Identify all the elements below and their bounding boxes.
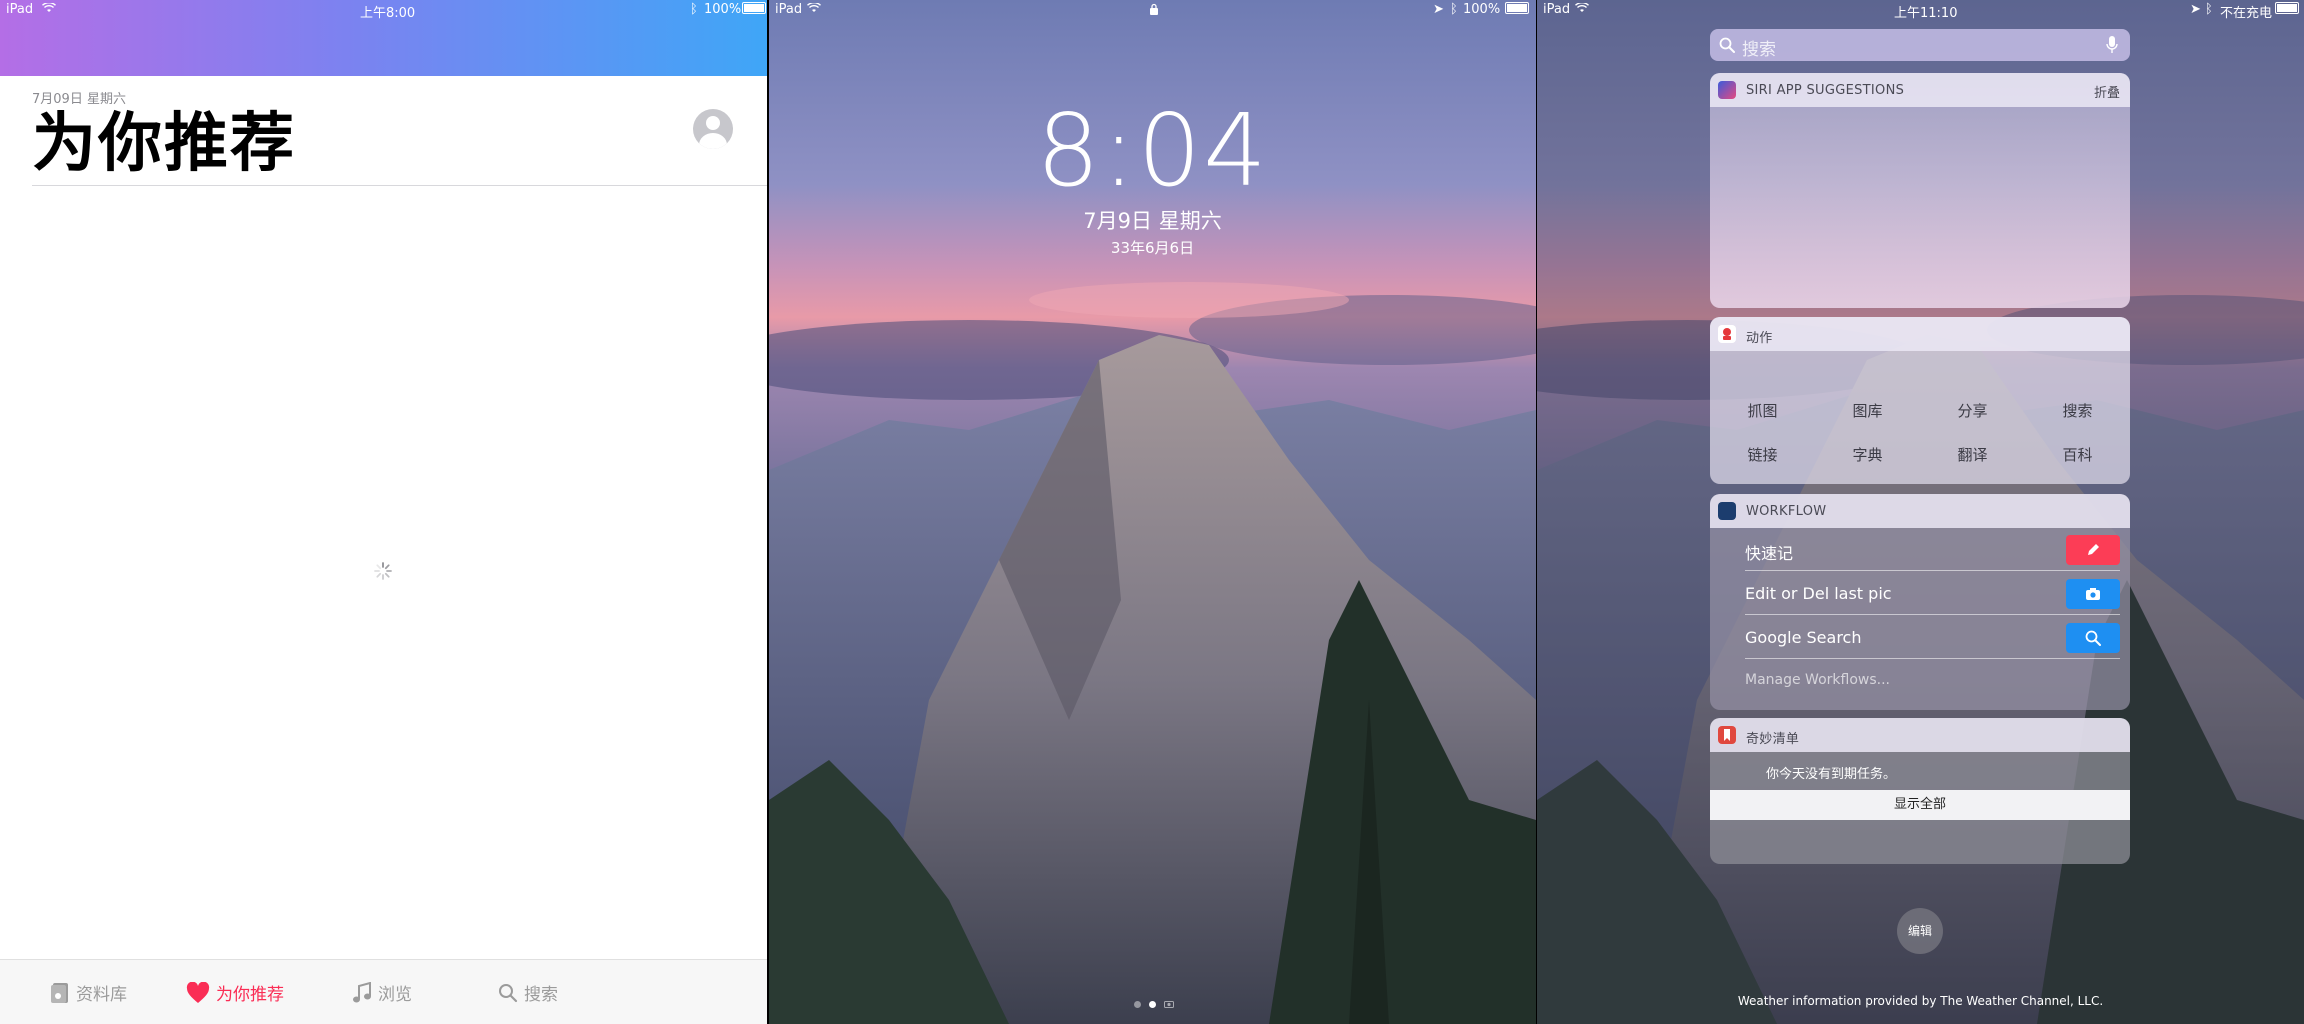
run-workflow-button[interactable] bbox=[2066, 535, 2120, 565]
wifi-icon bbox=[42, 2, 56, 17]
battery-icon bbox=[739, 2, 766, 17]
wunderlist-widget: 奇妙清单 你今天没有到期任务。 显示全部 bbox=[1710, 718, 2130, 864]
tab-browse[interactable]: 浏览 bbox=[352, 980, 412, 1005]
tab-label: 为你推荐 bbox=[216, 985, 284, 1005]
tab-bar: 资料库 为你推荐 浏览 搜索 bbox=[0, 959, 767, 1024]
status-bar: iPad 上午8:00 ᛒ 100% bbox=[0, 0, 767, 21]
page-dot-current[interactable] bbox=[1149, 1000, 1156, 1008]
loading-spinner-icon bbox=[374, 562, 392, 580]
actions-widget: 动作 抓图 图库 分享 搜索 链接 字典 翻译 百科 电话 地图 应用 bbox=[1710, 317, 2130, 484]
workflow-label: 快速记 bbox=[1745, 544, 1794, 563]
show-all-button[interactable]: 显示全部 bbox=[1710, 790, 2130, 820]
header-gradient: iPad 上午8:00 ᛒ 100% bbox=[0, 0, 767, 76]
workflow-label: Google Search bbox=[1745, 628, 1862, 647]
empty-tasks-message: 你今天没有到期任务。 bbox=[1766, 767, 1897, 782]
action-translate[interactable]: 翻译 bbox=[1920, 444, 2025, 465]
location-icon: ➤ bbox=[2190, 2, 2201, 17]
device-label: iPad bbox=[6, 2, 34, 17]
search-icon bbox=[1719, 37, 1735, 53]
lock-screen-panel: iPad ➤ ᛒ 100% 8:04 7月9日 星期六 33年6月6日 bbox=[769, 0, 1536, 1024]
wunderlist-app-icon bbox=[1718, 726, 1736, 744]
page-dot[interactable] bbox=[1134, 1000, 1141, 1008]
manage-workflows-link[interactable]: Manage Workflows... bbox=[1745, 672, 1890, 688]
battery-percent: 100% bbox=[1463, 2, 1501, 17]
lunar-date: 33年6月6日 bbox=[1110, 239, 1195, 257]
action-gallery[interactable]: 图库 bbox=[1815, 400, 1920, 421]
widget-header: SIRI APP SUGGESTIONS 折叠 bbox=[1710, 73, 2130, 107]
lock-icon bbox=[1149, 3, 1159, 19]
run-workflow-button[interactable] bbox=[2066, 579, 2120, 609]
widget-title: SIRI APP SUGGESTIONS bbox=[1746, 83, 1905, 98]
library-icon bbox=[51, 982, 68, 1003]
search-icon bbox=[2085, 630, 2101, 646]
workflow-row[interactable]: Edit or Del last pic bbox=[1745, 574, 2120, 615]
page-title: 为你推荐 bbox=[32, 107, 296, 181]
status-time: 上午8:00 bbox=[360, 6, 416, 21]
battery-icon bbox=[1502, 2, 1529, 17]
pencil-icon bbox=[2088, 544, 2099, 555]
divider bbox=[32, 185, 767, 186]
actions-app-icon bbox=[1718, 325, 1736, 343]
action-dictionary[interactable]: 字典 bbox=[1815, 444, 1920, 465]
status-bar: iPad 上午11:10 ➤ ᛒ 不在充电 bbox=[1537, 0, 2304, 21]
widget-header: 奇妙清单 bbox=[1710, 718, 2130, 752]
today-view-panel: iPad 上午11:10 ➤ ᛒ 不在充电 搜索 SIRI APP SUGGES… bbox=[1537, 0, 2304, 1024]
edit-button[interactable]: 编辑 bbox=[1897, 908, 1943, 954]
device-label: iPad bbox=[1543, 2, 1571, 17]
widget-title: WORKFLOW bbox=[1746, 504, 1827, 519]
device-label: iPad bbox=[775, 2, 803, 17]
collapse-button[interactable]: 折叠 bbox=[2094, 82, 2120, 101]
music-app-panel: iPad 上午8:00 ᛒ 100% 7月09日 星期六 为你推荐 资料库 为你… bbox=[0, 0, 767, 1024]
workflow-row[interactable]: Google Search bbox=[1745, 618, 2120, 659]
action-encyclopedia[interactable]: 百科 bbox=[2025, 444, 2130, 465]
tab-library[interactable]: 资料库 bbox=[50, 980, 127, 1005]
action-link[interactable]: 链接 bbox=[1710, 444, 1815, 465]
tab-label: 搜索 bbox=[524, 985, 558, 1005]
status-bar: iPad ➤ ᛒ 100% bbox=[769, 0, 1536, 20]
lock-time: 8:04 bbox=[1036, 92, 1269, 209]
tab-for-you[interactable]: 为你推荐 bbox=[186, 980, 284, 1005]
battery-icon bbox=[2272, 2, 2299, 17]
page-indicator bbox=[1134, 1000, 1174, 1008]
battery-percent: 100% bbox=[704, 2, 742, 17]
avatar[interactable] bbox=[693, 109, 733, 149]
search-input[interactable]: 搜索 bbox=[1710, 29, 2130, 61]
lock-date: 7月9日 星期六 bbox=[1083, 209, 1222, 233]
siri-icon bbox=[1718, 81, 1736, 99]
workflow-app-icon bbox=[1718, 502, 1736, 520]
wifi-icon bbox=[807, 2, 821, 17]
widget-header: 动作 bbox=[1710, 317, 2130, 351]
camera-icon[interactable] bbox=[1164, 1000, 1174, 1008]
bluetooth-icon: ᛒ bbox=[690, 2, 698, 17]
status-time: 上午11:10 bbox=[1894, 6, 1958, 21]
action-share[interactable]: 分享 bbox=[1920, 400, 2025, 421]
workflow-label: Edit or Del last pic bbox=[1745, 584, 1892, 603]
search-icon bbox=[499, 983, 518, 1002]
tab-label: 资料库 bbox=[76, 985, 127, 1005]
run-workflow-button[interactable] bbox=[2066, 623, 2120, 653]
bluetooth-icon: ᛒ bbox=[1450, 2, 1458, 17]
tab-search[interactable]: 搜索 bbox=[498, 980, 558, 1005]
search-placeholder: 搜索 bbox=[1742, 40, 1776, 60]
heart-icon bbox=[186, 981, 210, 1003]
action-search[interactable]: 搜索 bbox=[2025, 400, 2130, 421]
camera-icon bbox=[2086, 588, 2100, 600]
action-screenshot[interactable]: 抓图 bbox=[1710, 400, 1815, 421]
tab-label: 浏览 bbox=[378, 985, 412, 1005]
bluetooth-icon: ᛒ bbox=[2205, 2, 2213, 17]
widget-title: 奇妙清单 bbox=[1746, 732, 1800, 747]
microphone-icon[interactable] bbox=[2106, 36, 2118, 54]
widget-title: 动作 bbox=[1746, 331, 1773, 346]
location-icon: ➤ bbox=[1433, 2, 1444, 17]
charging-status: 不在充电 bbox=[2220, 6, 2273, 21]
siri-suggestions-widget: SIRI APP SUGGESTIONS 折叠 bbox=[1710, 73, 2130, 308]
weather-credit: Weather information provided by The Weat… bbox=[1737, 994, 2104, 1008]
music-note-icon bbox=[353, 981, 371, 1002]
workflow-row[interactable]: 快速记 bbox=[1745, 530, 2120, 571]
widget-header: WORKFLOW bbox=[1710, 494, 2130, 528]
wifi-icon bbox=[1575, 2, 1589, 17]
workflow-widget: WORKFLOW 快速记 Edit or Del last pic Google… bbox=[1710, 494, 2130, 710]
